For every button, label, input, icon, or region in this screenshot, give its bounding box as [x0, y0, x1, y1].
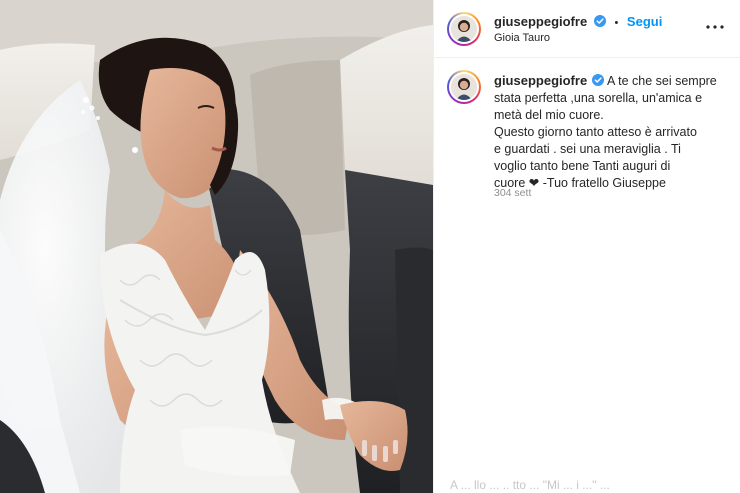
more-horizontal-icon — [706, 25, 724, 29]
location-link[interactable]: Gioia Tauro — [494, 32, 550, 44]
caption-text: giuseppegiofre A te che sei sempre stata… — [494, 72, 734, 192]
verified-badge-icon — [593, 15, 606, 27]
post-photo[interactable] — [0, 0, 433, 493]
avatar-ring — [449, 14, 479, 44]
caption-line-1: A te che sei sempre — [606, 74, 717, 88]
verified-badge-icon — [592, 74, 605, 86]
caption-line-2: stata perfetta ,una sorella, un'amica e — [494, 91, 703, 105]
post-timestamp[interactable]: 304 sett — [494, 187, 531, 199]
next-comment-partial: A ... llo ... .. tto ... "Mi ... i ..." … — [450, 478, 610, 492]
profile-picture-icon — [451, 74, 477, 100]
caption-avatar-ring — [449, 72, 479, 102]
caption-line-6: voglio tanto bene Tanti auguri di — [494, 159, 671, 173]
username-link[interactable]: giuseppegiofre — [494, 14, 587, 29]
caption-line-8: -Tuo fratello Giuseppe — [542, 176, 666, 190]
caption-username-link[interactable]: giuseppegiofre — [494, 73, 587, 88]
caption-line-3: metà del mio cuore. — [494, 108, 604, 122]
caption-avatar[interactable] — [447, 70, 481, 104]
post-header: giuseppegiofre • Segui Gioia Tauro — [434, 0, 740, 58]
more-options-button[interactable] — [704, 18, 726, 36]
caption-line-5: e guardati . sei una meraviglia . Ti — [494, 142, 681, 156]
header-user-line: giuseppegiofre • Segui — [494, 14, 662, 29]
avatar[interactable] — [447, 12, 481, 46]
avatar-image — [451, 16, 477, 42]
separator-dot: • — [614, 17, 619, 29]
caption-line-4: Questo giorno tanto atteso è arrivato — [494, 125, 697, 139]
follow-button[interactable]: Segui — [627, 14, 662, 29]
profile-picture-icon — [451, 16, 477, 42]
bride-photo-illustration — [0, 0, 433, 493]
post-side-panel: giuseppegiofre • Segui Gioia Tauro giuse… — [433, 0, 740, 493]
caption-avatar-image — [451, 74, 477, 100]
